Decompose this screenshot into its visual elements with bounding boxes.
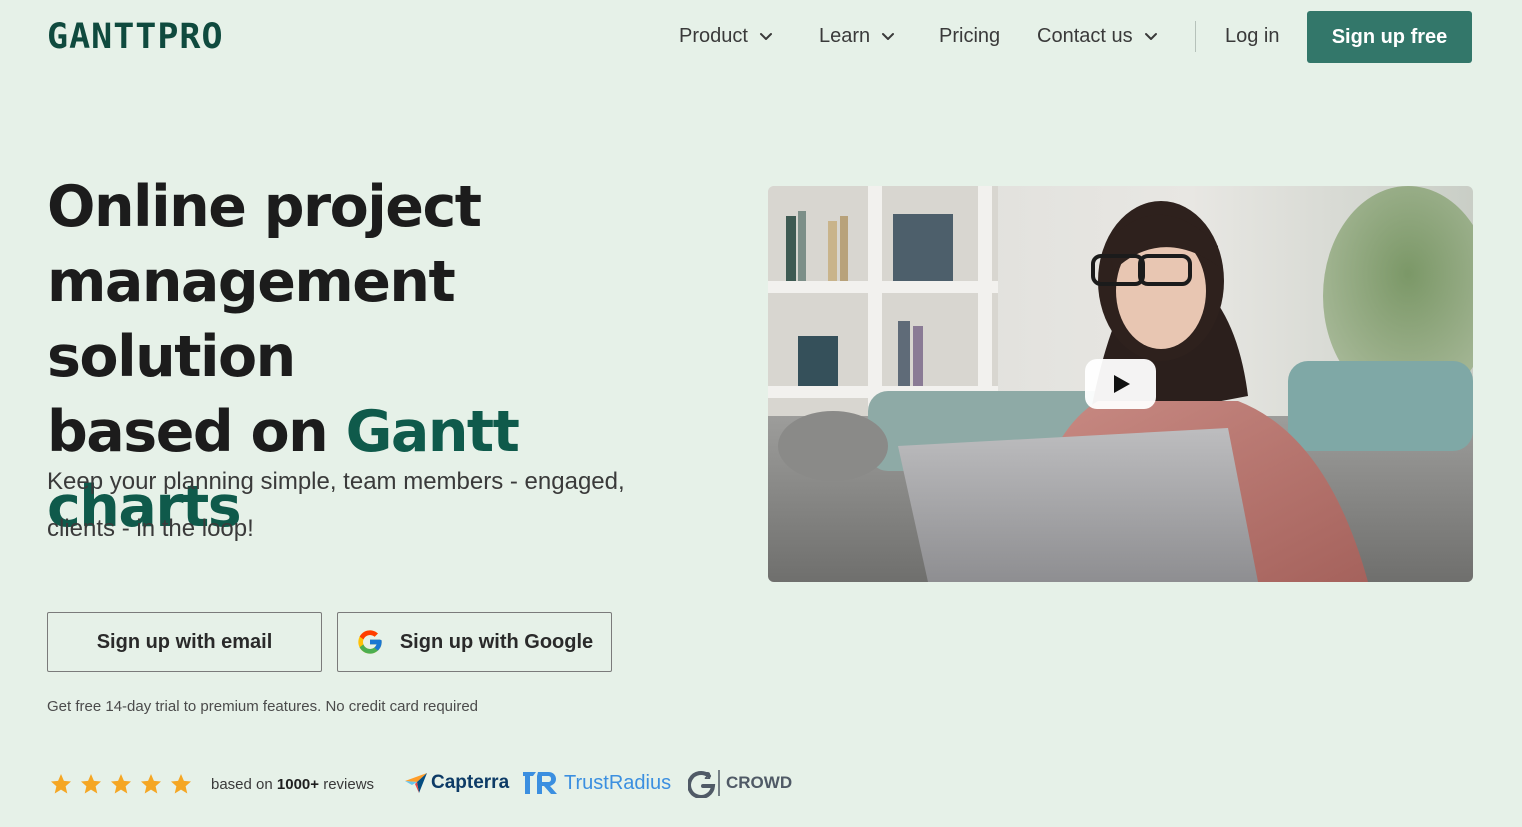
nav-contact-us-label: Contact us xyxy=(1037,24,1133,47)
review-text-suffix: reviews xyxy=(319,775,375,793)
svg-text:2: 2 xyxy=(704,771,711,782)
star-icon xyxy=(81,774,101,794)
review-count: 1000+ xyxy=(276,775,320,793)
video-player[interactable] xyxy=(768,186,1473,582)
play-icon xyxy=(1113,375,1130,393)
star-icon xyxy=(51,774,71,794)
login-label: Log in xyxy=(1225,24,1280,47)
capterra-badge[interactable]: Capterra xyxy=(405,767,509,799)
nav-learn[interactable]: Learn xyxy=(819,22,896,50)
nav-product-label: Product xyxy=(679,24,748,47)
login-link[interactable]: Log in xyxy=(1225,22,1280,50)
star-icon xyxy=(111,774,131,794)
trial-note: Get free 14-day trial to premium feature… xyxy=(47,698,479,715)
star-icon xyxy=(171,774,191,794)
hero-subtitle-line-1: Keep your planning simple, team members … xyxy=(47,468,625,495)
play-button[interactable] xyxy=(1085,359,1156,409)
capterra-label: Capterra xyxy=(431,772,510,793)
review-text-prefix: based on xyxy=(211,775,277,793)
sign-up-with-email-button[interactable]: Sign up with email xyxy=(47,612,322,672)
hero-subtitle-line-2: clients - in the loop! xyxy=(47,515,254,542)
star-icon xyxy=(141,774,161,794)
nav-learn-label: Learn xyxy=(819,24,871,47)
chevron-down-icon xyxy=(1144,33,1157,40)
capterra-arrow-icon xyxy=(405,773,427,793)
nav-contact-us[interactable]: Contact us xyxy=(1037,22,1159,50)
hero-title-line-3: based on xyxy=(47,399,346,465)
nav-pricing-label: Pricing xyxy=(939,24,1001,47)
sign-up-with-email-label: Sign up with email xyxy=(96,630,273,653)
g2-crowd-label: CROWD xyxy=(726,773,793,792)
hero-subtitle: Keep your planning simple, team members … xyxy=(47,458,667,552)
review-count-text: based on 1000+ reviews xyxy=(211,776,374,793)
trustradius-logo-icon xyxy=(523,772,557,794)
chevron-down-icon xyxy=(882,33,895,40)
ganttpro-logo[interactable]: GANTTPRO xyxy=(47,20,224,55)
g2-logo-icon: 2 xyxy=(688,770,720,798)
reviews-row: based on 1000+ reviews xyxy=(49,768,374,800)
page: GANTTPRO Product Learn Pricing Contact u… xyxy=(0,0,1522,827)
nav-divider xyxy=(1195,21,1196,52)
nav-product[interactable]: Product xyxy=(679,22,774,50)
trustradius-label: TrustRadius xyxy=(564,771,672,794)
hero-title-line-1: Online project xyxy=(47,174,482,240)
google-icon xyxy=(358,630,382,654)
nav-pricing[interactable]: Pricing xyxy=(939,22,1000,50)
trustradius-badge[interactable]: TrustRadius xyxy=(522,767,671,799)
hero-title-line-2: management solution xyxy=(47,249,456,390)
sign-up-with-google-label: Sign up with Google xyxy=(399,630,594,653)
sign-up-with-google-button[interactable]: Sign up with Google xyxy=(337,612,612,672)
g2-crowd-badge[interactable]: 2 CROWD xyxy=(688,767,792,799)
star-rating xyxy=(49,772,193,796)
sign-up-free-button[interactable]: Sign up free xyxy=(1307,11,1472,63)
chevron-down-icon xyxy=(759,33,772,40)
